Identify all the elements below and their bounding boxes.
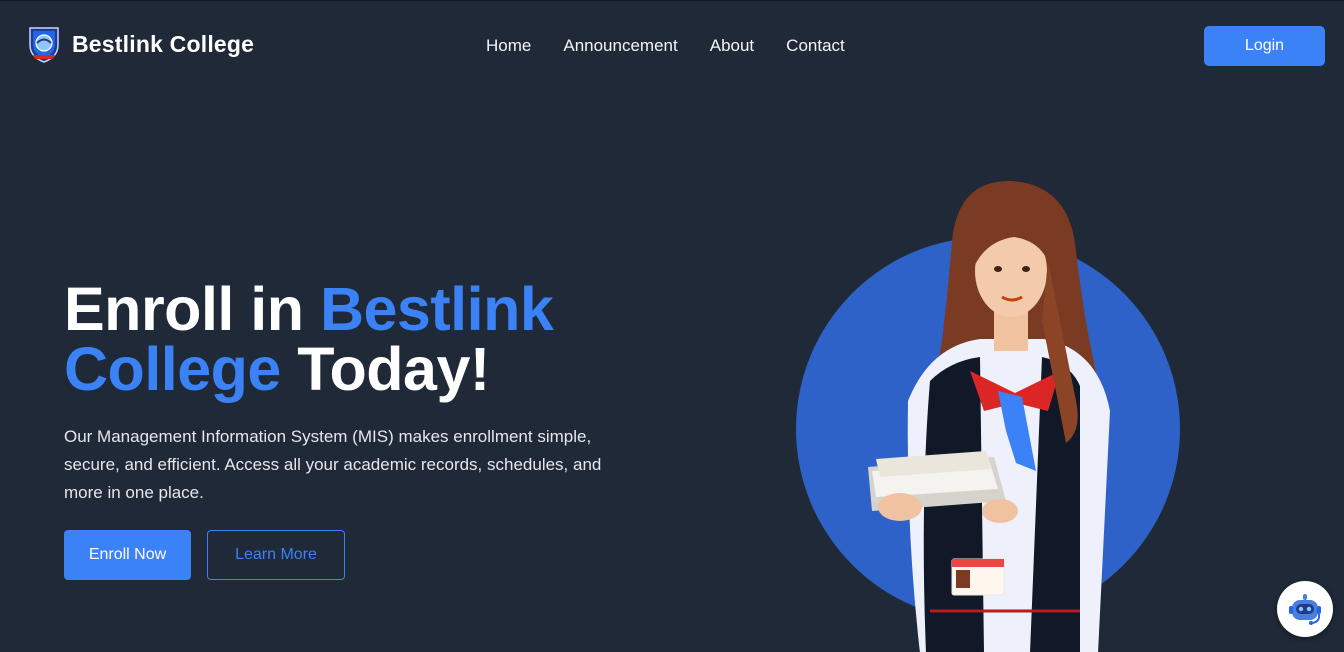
nav-contact[interactable]: Contact (786, 36, 845, 56)
brand-name: Bestlink College (72, 30, 255, 57)
hero-description: Our Management Information System (MIS) … (64, 427, 602, 502)
learn-more-button[interactable]: Learn More (207, 530, 345, 580)
nav-announcement[interactable]: Announcement (563, 36, 677, 56)
hero-title-part2: Today! (280, 335, 490, 403)
college-shield-logo-icon (29, 27, 59, 63)
enroll-now-button[interactable]: Enroll Now (64, 530, 191, 580)
student-with-books-image (796, 180, 1180, 652)
nav-about[interactable]: About (710, 36, 754, 56)
chatbot-button[interactable] (1277, 581, 1333, 637)
brand[interactable]: Bestlink College (26, 25, 254, 63)
nav-home[interactable]: Home (486, 36, 531, 56)
landing-page: Bestlink College Home Announcement About… (0, 0, 1344, 652)
hero-title-part1: Enroll in (64, 275, 320, 343)
login-button[interactable]: Login (1204, 26, 1325, 66)
main-nav: Home Announcement About Contact (486, 36, 845, 56)
chatbot-robot-icon (1289, 594, 1321, 625)
site-header: Bestlink College Home Announcement About… (0, 1, 1344, 91)
hero-title: Enroll in Bestlink College Today! (64, 279, 624, 400)
